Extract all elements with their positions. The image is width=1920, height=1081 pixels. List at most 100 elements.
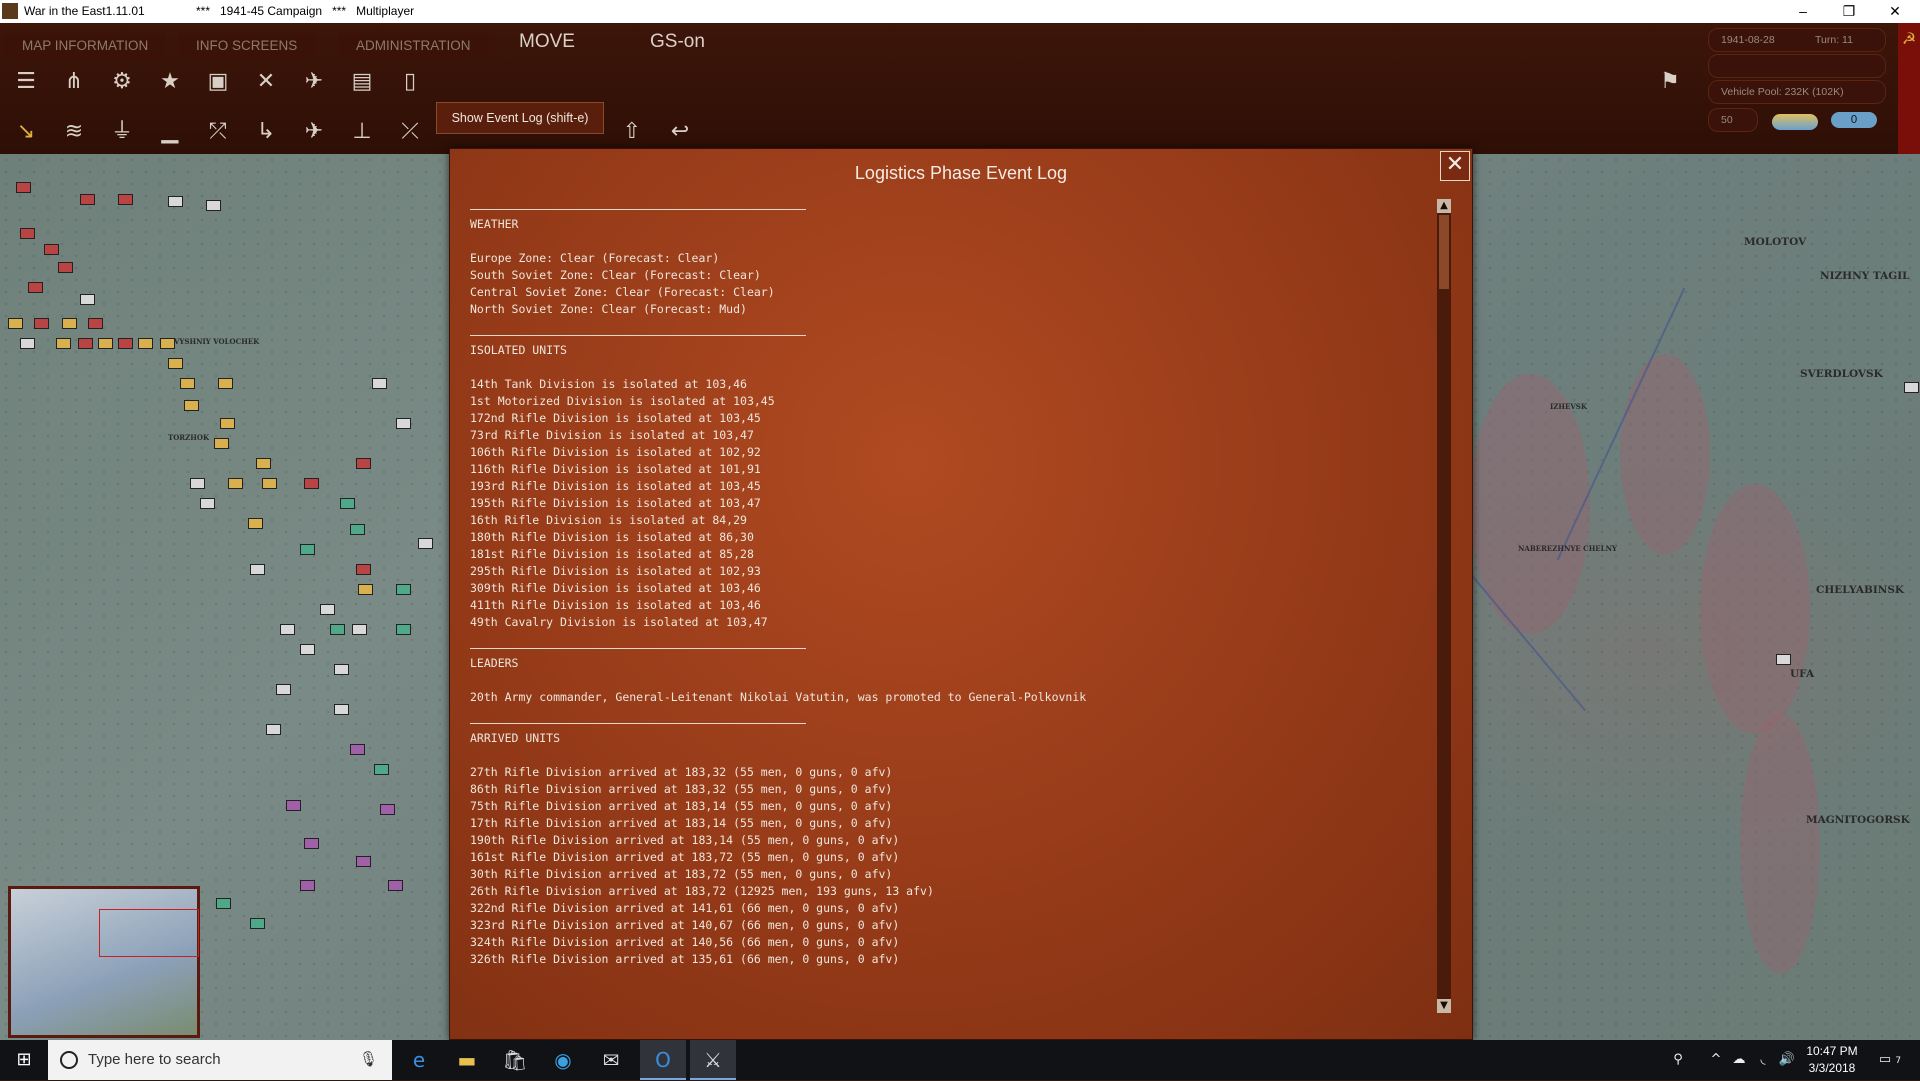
unit-counter[interactable]	[88, 318, 103, 329]
unit-counter[interactable]	[250, 564, 265, 575]
outlook-icon[interactable]: O	[640, 1040, 686, 1080]
f6-icon[interactable]: ↳	[250, 116, 282, 148]
unit-counter[interactable]	[16, 182, 31, 193]
flag-icon[interactable]: ⚑	[1654, 66, 1686, 98]
scrollbar[interactable]: ▲ ▼	[1437, 199, 1451, 1013]
unit-counter[interactable]	[286, 800, 301, 811]
unit-counter[interactable]	[214, 438, 229, 449]
unit-counter[interactable]	[396, 418, 411, 429]
edge-icon[interactable]: e	[396, 1040, 442, 1080]
unit-counter[interactable]	[62, 318, 77, 329]
air-f2-icon[interactable]: ≋	[58, 116, 90, 148]
rail-icon[interactable]: ▤	[346, 66, 378, 98]
combat-icon[interactable]: ✕	[250, 66, 282, 98]
unit-counter[interactable]	[304, 838, 319, 849]
unit-counter[interactable]	[98, 338, 113, 349]
unit-counter[interactable]	[300, 644, 315, 655]
windows-start-icon[interactable]: ⊞	[0, 1040, 48, 1080]
unit-counter[interactable]	[352, 624, 367, 635]
unit-counter[interactable]	[56, 338, 71, 349]
unit-counter[interactable]	[358, 584, 373, 595]
minimize-button[interactable]: –	[1780, 0, 1826, 23]
unit-counter[interactable]	[44, 244, 59, 255]
tab-administration[interactable]: ADMINISTRATION	[338, 33, 489, 59]
unit-counter[interactable]	[160, 338, 175, 349]
unit-counter[interactable]	[138, 338, 153, 349]
unit-counter[interactable]	[300, 544, 315, 555]
unit-counter[interactable]	[28, 282, 43, 293]
unit-counter[interactable]	[78, 338, 93, 349]
unit-counter[interactable]	[250, 918, 265, 929]
unit-counter[interactable]	[276, 684, 291, 695]
unit-counter[interactable]	[330, 624, 345, 635]
window-close-button[interactable]: ✕	[1872, 0, 1918, 23]
unit-counter[interactable]	[200, 498, 215, 509]
unit-counter[interactable]	[80, 294, 95, 305]
unit-counter[interactable]	[248, 518, 263, 529]
unit-counter[interactable]	[262, 478, 277, 489]
unit-counter[interactable]	[216, 898, 231, 909]
unit-counter[interactable]	[184, 400, 199, 411]
unit-counter[interactable]	[388, 880, 403, 891]
unit-counter[interactable]	[20, 338, 35, 349]
unit-counter[interactable]	[220, 418, 235, 429]
unit-counter[interactable]	[356, 564, 371, 575]
toggle-switch[interactable]: 0	[1831, 112, 1877, 128]
unit-counter[interactable]	[356, 856, 371, 867]
microphone-icon[interactable]: 🎙	[359, 1050, 378, 1068]
move-f1-icon[interactable]: ↘	[10, 116, 42, 148]
scroll-down-icon[interactable]: ▼	[1437, 999, 1451, 1013]
unit-counter[interactable]	[228, 478, 243, 489]
unit-counter[interactable]	[320, 604, 335, 615]
war-in-the-east-icon[interactable]: ⚔	[690, 1040, 736, 1080]
unit-counter[interactable]	[80, 194, 95, 205]
unit-counter[interactable]	[396, 584, 411, 595]
unit-counter[interactable]	[256, 458, 271, 469]
unit-counter[interactable]	[206, 200, 221, 211]
undo-icon[interactable]: ↩	[664, 116, 696, 148]
unit-counter[interactable]	[304, 478, 319, 489]
unit-counter[interactable]	[168, 196, 183, 207]
minimap-viewport[interactable]	[99, 909, 199, 957]
scroll-up-icon[interactable]: ▲	[1437, 199, 1451, 213]
unit-counter[interactable]	[334, 664, 349, 675]
gear-icon[interactable]: ⚙	[106, 66, 138, 98]
unit-counter[interactable]	[380, 804, 395, 815]
unit-counter[interactable]	[372, 378, 387, 389]
gs-toggle-label[interactable]: GS-on	[650, 31, 705, 53]
tray-chevron-icon[interactable]: ^	[1706, 1040, 1726, 1080]
f7-icon[interactable]: ✈	[298, 116, 330, 148]
air-icon[interactable]: ✈	[298, 66, 330, 98]
upload-icon[interactable]: ⇧	[616, 116, 648, 148]
f9-icon[interactable]: ⤫	[394, 116, 426, 148]
unit-counter[interactable]	[20, 228, 35, 239]
unit-counter[interactable]	[396, 624, 411, 635]
unit-counter[interactable]	[1904, 382, 1919, 393]
unit-counter[interactable]	[334, 704, 349, 715]
unit-counter[interactable]	[218, 378, 233, 389]
people-icon[interactable]: ⚲	[1666, 1040, 1690, 1080]
tab-info-screens[interactable]: INFO SCREENS	[178, 33, 316, 59]
onedrive-icon[interactable]: ☁	[1728, 1040, 1750, 1080]
minimap[interactable]	[8, 886, 200, 1038]
fortification-icon[interactable]: ▣	[202, 66, 234, 98]
unit-counter[interactable]	[356, 458, 371, 469]
notifications-icon[interactable]: ▭ 7	[1870, 1040, 1910, 1080]
close-icon[interactable]: ✕	[1440, 151, 1470, 181]
units-icon[interactable]: ⋔	[58, 66, 90, 98]
move-mode-label[interactable]: MOVE	[519, 31, 575, 53]
naval-f3-icon[interactable]: ⏚	[106, 116, 138, 148]
mail-icon[interactable]: ✉	[588, 1040, 634, 1080]
f5-icon[interactable]: ⤱	[202, 116, 234, 148]
unit-counter[interactable]	[1776, 654, 1791, 665]
delay-panel[interactable]: 50	[1708, 108, 1758, 132]
unit-counter[interactable]	[266, 724, 281, 735]
browser-icon[interactable]: ◉	[540, 1040, 586, 1080]
system-clock[interactable]: 10:47 PM 3/3/2018	[1794, 1043, 1870, 1077]
network-icon[interactable]: ◟	[1752, 1040, 1774, 1080]
unit-counter[interactable]	[180, 378, 195, 389]
unit-counter[interactable]	[374, 764, 389, 775]
store-icon[interactable]: 🛍	[492, 1040, 538, 1080]
file-explorer-icon[interactable]: ▬	[444, 1040, 490, 1080]
unit-counter[interactable]	[8, 318, 23, 329]
